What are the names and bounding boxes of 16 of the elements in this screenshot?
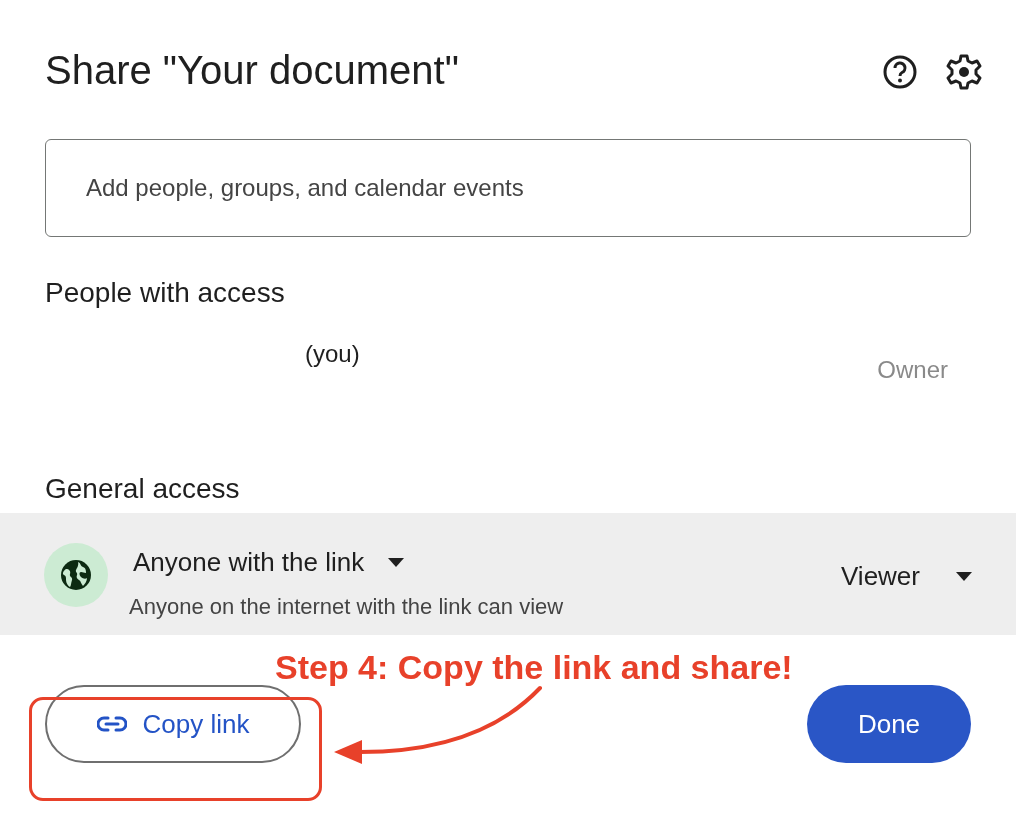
caret-icon: [956, 572, 972, 581]
search-field[interactable]: Add people, groups, and calendar events: [45, 139, 971, 237]
caret-icon: [388, 558, 405, 567]
link-icon: [96, 716, 127, 732]
person-name: (you): [305, 339, 360, 369]
access-description: Anyone on the internet with the link can view: [129, 593, 565, 621]
settings-icon[interactable]: [944, 52, 984, 92]
role-dropdown[interactable]: Viewer: [841, 557, 972, 596]
access-dropdown[interactable]: Anyone with the link: [133, 543, 405, 582]
copy-link-button[interactable]: Copy link: [45, 685, 301, 763]
annotation-text: Step 4: Copy the link and share!: [275, 647, 793, 688]
dialog-title: Share "Your document": [45, 47, 460, 94]
section-heading: People with access: [44, 276, 286, 310]
section-heading: General access: [44, 472, 241, 506]
role-label: Owner: [877, 355, 948, 385]
done-button[interactable]: Done: [807, 685, 971, 763]
